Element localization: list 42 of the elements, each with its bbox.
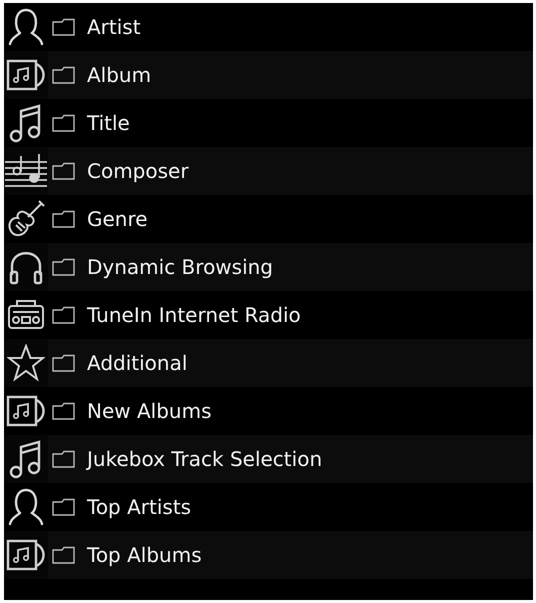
music-note-icon bbox=[9, 103, 43, 143]
sheet-music-icon bbox=[5, 152, 47, 190]
item-label: Composer bbox=[87, 159, 189, 183]
person-icon bbox=[8, 6, 44, 48]
list-item[interactable]: Additional bbox=[4, 339, 533, 387]
folder-icon bbox=[52, 18, 75, 36]
folder-icon bbox=[52, 210, 75, 228]
list-item[interactable]: Dynamic Browsing bbox=[4, 243, 533, 291]
person-icon bbox=[8, 486, 44, 528]
folder-icon bbox=[52, 114, 75, 132]
item-label: TuneIn Internet Radio bbox=[87, 303, 301, 327]
folder-icon bbox=[52, 162, 75, 180]
folder-icon bbox=[52, 306, 75, 324]
item-label: Top Artists bbox=[87, 495, 192, 519]
item-label: Additional bbox=[87, 351, 188, 375]
album-icon bbox=[6, 394, 46, 428]
list-item[interactable]: Top Albums bbox=[4, 531, 533, 579]
list-item[interactable]: Composer bbox=[4, 147, 533, 195]
item-label: Jukebox Track Selection bbox=[87, 447, 322, 471]
album-icon bbox=[6, 58, 46, 92]
list-item[interactable]: Jukebox Track Selection bbox=[4, 435, 533, 483]
folder-icon bbox=[52, 66, 75, 84]
list-item[interactable]: Album bbox=[4, 51, 533, 99]
violin-icon bbox=[6, 199, 46, 239]
headphones-icon bbox=[9, 249, 43, 285]
folder-icon bbox=[52, 450, 75, 468]
album-icon bbox=[6, 538, 46, 572]
item-label: Title bbox=[87, 111, 130, 135]
folder-icon bbox=[52, 498, 75, 516]
star-icon bbox=[7, 344, 45, 382]
item-label: New Albums bbox=[87, 399, 212, 423]
item-label: Dynamic Browsing bbox=[87, 255, 274, 279]
folder-icon bbox=[52, 402, 75, 420]
music-note-icon bbox=[9, 439, 43, 479]
item-label: Genre bbox=[87, 207, 148, 231]
folder-icon bbox=[52, 354, 75, 372]
item-label: Artist bbox=[87, 15, 141, 39]
item-label: Top Albums bbox=[87, 543, 202, 567]
folder-icon bbox=[52, 546, 75, 564]
radio-icon bbox=[7, 298, 45, 332]
folder-icon bbox=[52, 258, 75, 276]
item-label: Album bbox=[87, 63, 152, 87]
